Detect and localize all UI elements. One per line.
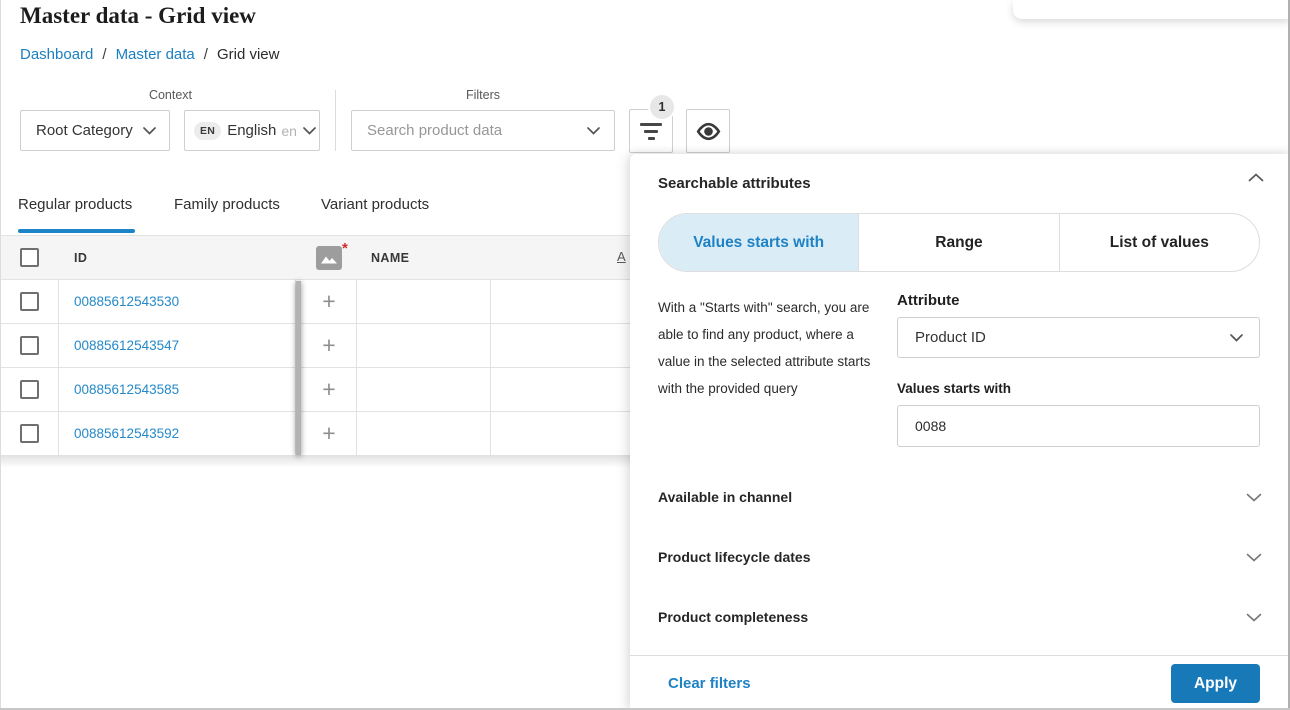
chevron-down-icon (303, 127, 316, 135)
product-id-link[interactable]: 00885612543530 (74, 294, 179, 309)
attribute-dropdown-value: Product ID (915, 329, 1230, 346)
tab-regular-products[interactable]: Regular products (18, 196, 132, 213)
table-row: 00885612543585 + (0, 368, 642, 412)
add-image-button[interactable]: + (310, 330, 348, 360)
master-data-grid-page: Master data - Grid view Dashboard / Mast… (0, 0, 1290, 710)
query-input[interactable] (897, 405, 1260, 447)
search-mode-segmented-control: Values starts with Range List of values (658, 213, 1260, 272)
chevron-up-icon[interactable] (1248, 173, 1264, 182)
view-settings-button[interactable] (686, 109, 730, 153)
page-left-border (0, 0, 1, 710)
filter-icon (640, 123, 662, 140)
column-header-name[interactable]: NAME (371, 251, 409, 265)
context-group-label: Context (20, 88, 321, 102)
page-title: Master data - Grid view (20, 3, 256, 29)
attribute-dropdown[interactable]: Product ID (897, 317, 1260, 358)
chevron-down-icon (1246, 613, 1262, 622)
panel-title: Searchable attributes (658, 175, 811, 192)
row-checkbox[interactable] (20, 292, 39, 311)
apply-button[interactable]: Apply (1171, 664, 1260, 703)
breadcrumb-dashboard[interactable]: Dashboard (20, 46, 93, 63)
locale-name: English (227, 122, 276, 139)
table-row: 00885612543547 + (0, 324, 642, 368)
column-header-clipped: A (617, 249, 626, 264)
table-bottom-shadow (0, 456, 642, 468)
breadcrumb: Dashboard / Master data / Grid view (20, 46, 279, 63)
row-checkbox[interactable] (20, 336, 39, 355)
chevron-down-icon (1246, 493, 1262, 502)
product-id-link[interactable]: 00885612543547 (74, 338, 179, 353)
locale-badge: EN (194, 122, 221, 140)
search-mode-description: With a "Starts with" search, you are abl… (658, 294, 878, 402)
floating-popup-edge (1013, 0, 1290, 19)
chevron-down-icon (587, 127, 600, 135)
category-dropdown-value: Root Category (36, 122, 143, 139)
tab-family-products[interactable]: Family products (174, 196, 280, 213)
product-id-link[interactable]: 00885612543592 (74, 426, 179, 441)
accordion-label: Product completeness (658, 609, 808, 625)
add-image-button[interactable]: + (310, 418, 348, 448)
add-image-button[interactable]: + (310, 374, 348, 404)
toolbar-divider (335, 90, 336, 151)
locale-dropdown[interactable]: EN English en (184, 110, 320, 151)
panel-footer: Clear filters Apply (630, 655, 1290, 710)
active-tab-indicator (18, 229, 135, 233)
clear-filters-link[interactable]: Clear filters (668, 656, 751, 710)
eye-icon (695, 122, 722, 141)
breadcrumb-master-data[interactable]: Master data (116, 46, 195, 63)
row-checkbox[interactable] (20, 424, 39, 443)
grid-header-row: ID * NAME A (0, 235, 642, 280)
breadcrumb-current: Grid view (217, 46, 280, 63)
accordion-label: Product lifecycle dates (658, 549, 811, 565)
active-filter-count-badge: 1 (650, 95, 674, 119)
accordion-product-completeness[interactable]: Product completeness (658, 602, 1262, 632)
accordion-available-in-channel[interactable]: Available in channel (658, 482, 1262, 512)
column-resize-handle[interactable] (296, 281, 301, 455)
mode-values-starts-with[interactable]: Values starts with (659, 214, 858, 271)
accordion-label: Available in channel (658, 489, 792, 505)
filters-group-label: Filters (351, 88, 615, 102)
select-all-checkbox[interactable] (20, 248, 39, 267)
locale-code: en (281, 123, 297, 139)
filter-panel: Searchable attributes Values starts with… (630, 154, 1290, 710)
tab-variant-products[interactable]: Variant products (321, 196, 429, 213)
chevron-down-icon (1230, 334, 1243, 342)
chevron-down-icon (143, 127, 156, 135)
image-column-icon (316, 246, 342, 270)
product-id-link[interactable]: 00885612543585 (74, 382, 179, 397)
required-asterisk: * (342, 240, 348, 257)
column-header-id[interactable]: ID (74, 251, 87, 265)
query-label: Values starts with (897, 381, 1011, 396)
table-row: 00885612543592 + (0, 412, 642, 456)
grid-body: 00885612543530 + 00885612543547 + 008856… (0, 280, 642, 456)
add-image-button[interactable]: + (310, 286, 348, 316)
mode-list-of-values[interactable]: List of values (1059, 214, 1259, 271)
search-product-combobox[interactable]: Search product data (351, 110, 615, 151)
chevron-down-icon (1246, 553, 1262, 562)
attribute-label: Attribute (897, 292, 960, 309)
category-dropdown[interactable]: Root Category (20, 110, 170, 151)
mode-range[interactable]: Range (858, 214, 1058, 271)
accordion-product-lifecycle-dates[interactable]: Product lifecycle dates (658, 542, 1262, 572)
row-checkbox[interactable] (20, 380, 39, 399)
breadcrumb-separator: / (102, 46, 106, 63)
breadcrumb-separator: / (204, 46, 208, 63)
table-row: 00885612543530 + (0, 280, 642, 324)
search-placeholder: Search product data (367, 122, 587, 139)
